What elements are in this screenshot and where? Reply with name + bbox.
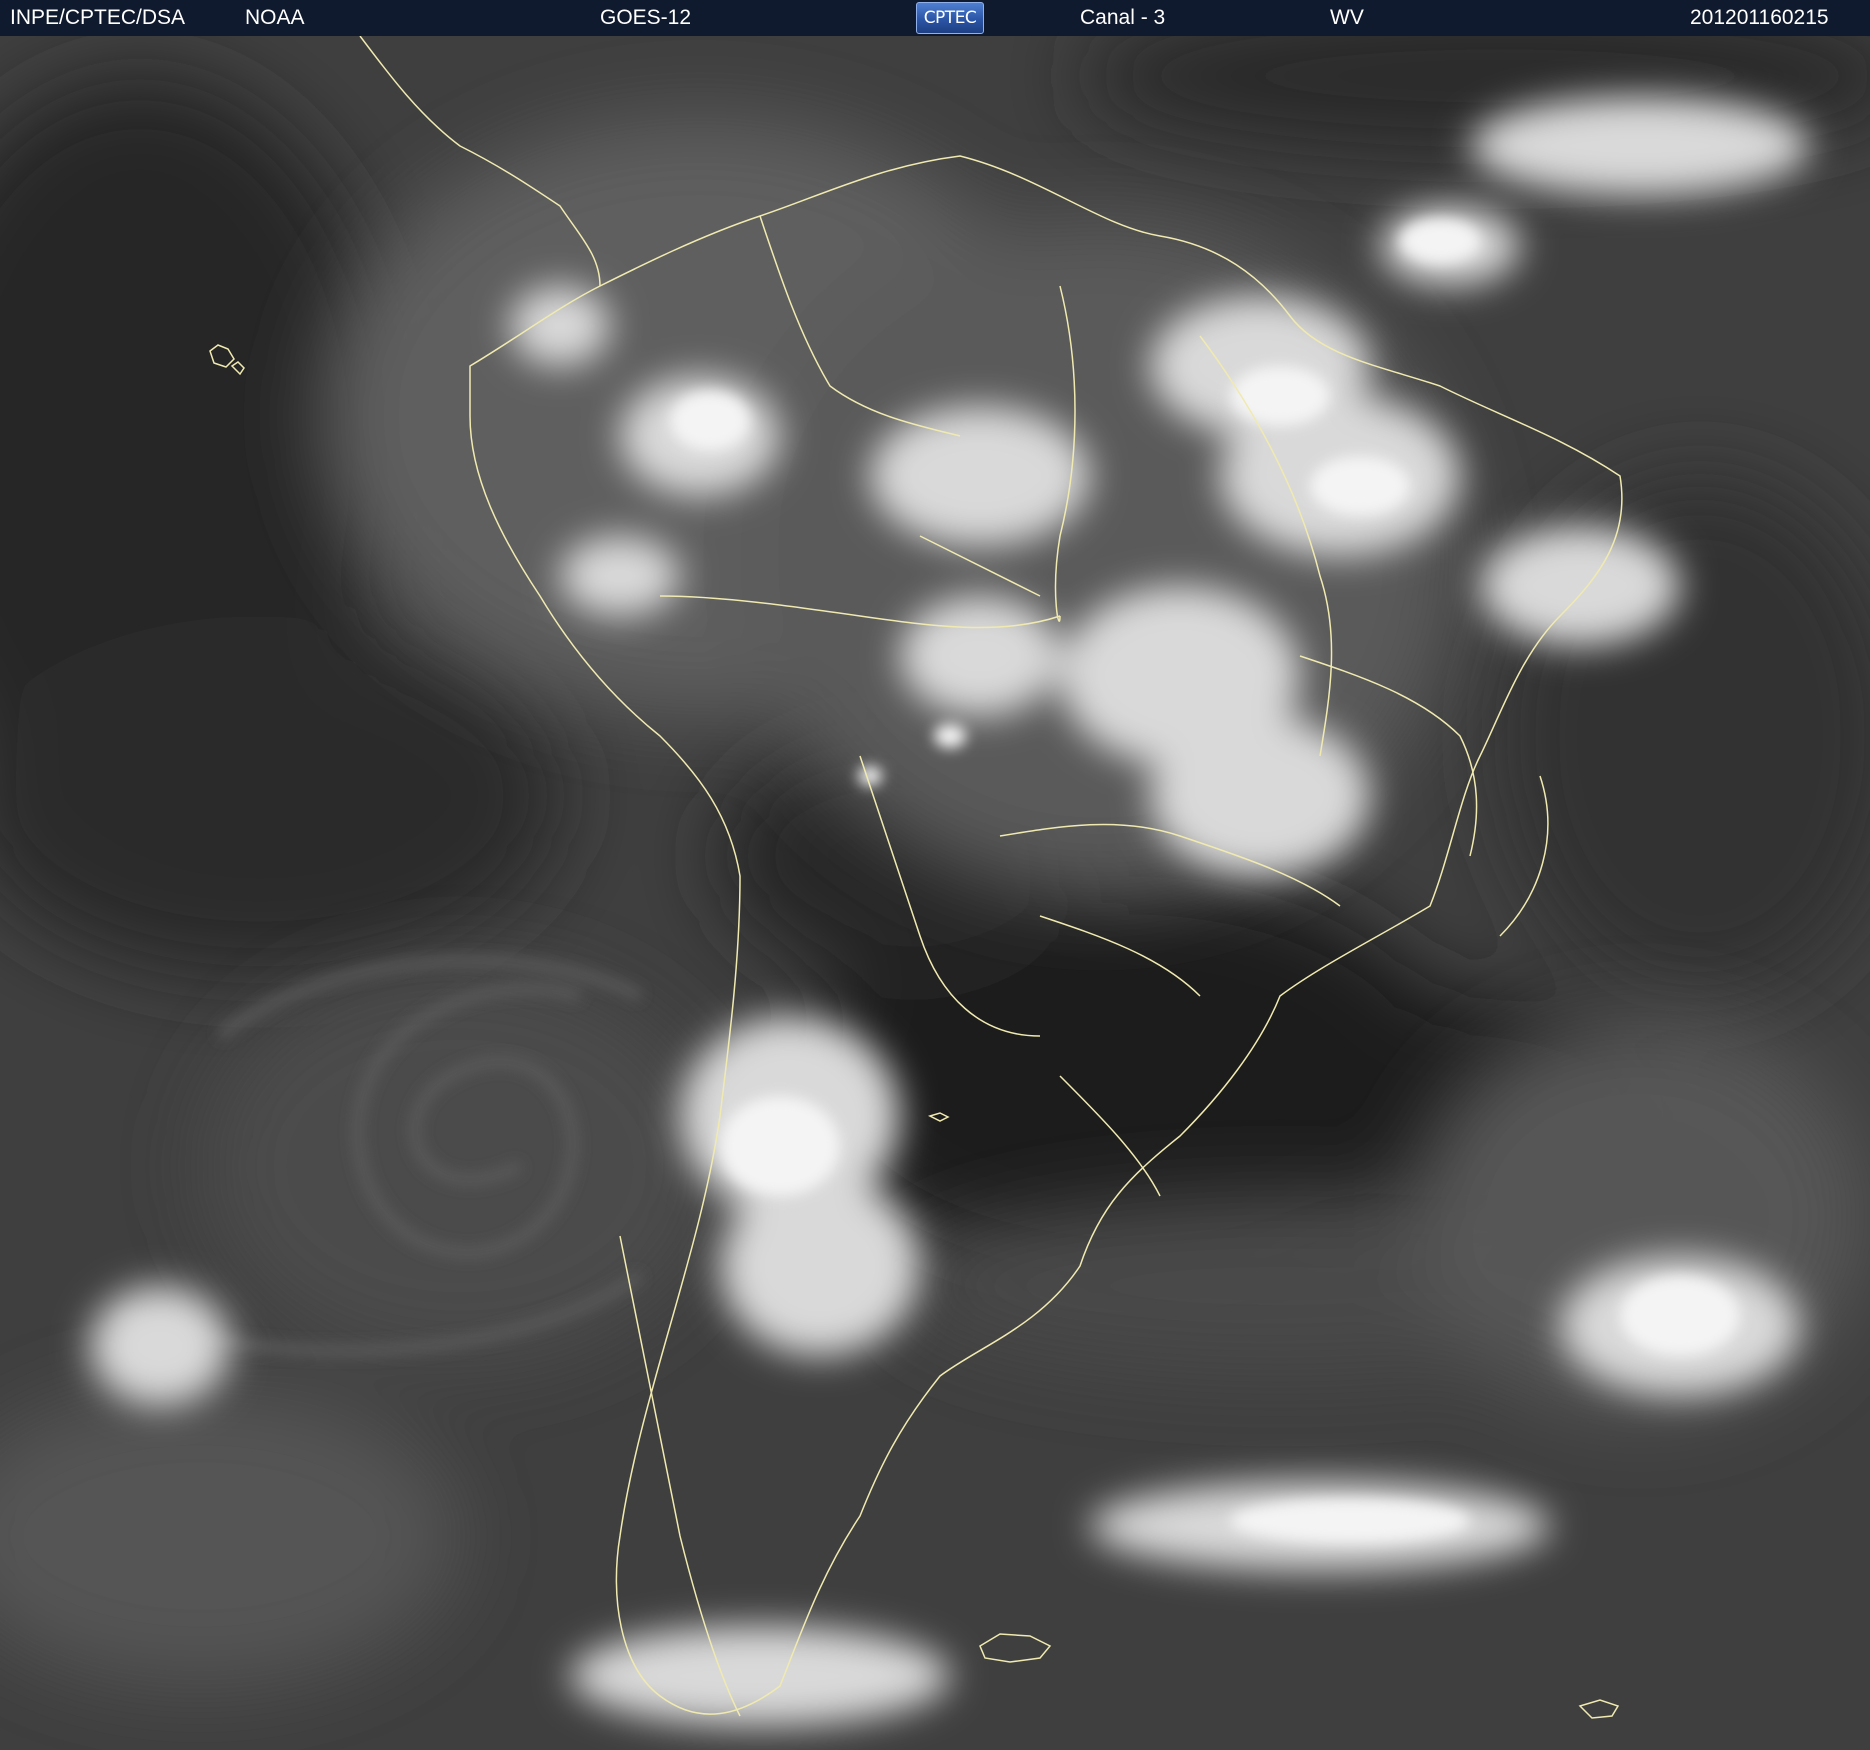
header-satellite: GOES-12 (600, 6, 692, 29)
satellite-image-frame: INPE/CPTEC/DSA NOAA GOES-12 CPTEC Canal … (0, 0, 1870, 1750)
water-vapor-map-svg (0, 36, 1870, 1750)
cptec-logo-text: CPTEC (923, 8, 977, 28)
header-channel: Canal - 3 (1080, 6, 1166, 29)
header-timestamp: 201201160215 (1690, 6, 1829, 29)
header-source: NOAA (245, 6, 305, 29)
image-header-bar: INPE/CPTEC/DSA NOAA GOES-12 CPTEC Canal … (0, 0, 1870, 36)
header-band: WV (1330, 6, 1364, 29)
header-agency: INPE/CPTEC/DSA (10, 6, 186, 29)
water-vapor-map (0, 36, 1870, 1750)
cptec-logo-icon: CPTEC (916, 2, 984, 34)
